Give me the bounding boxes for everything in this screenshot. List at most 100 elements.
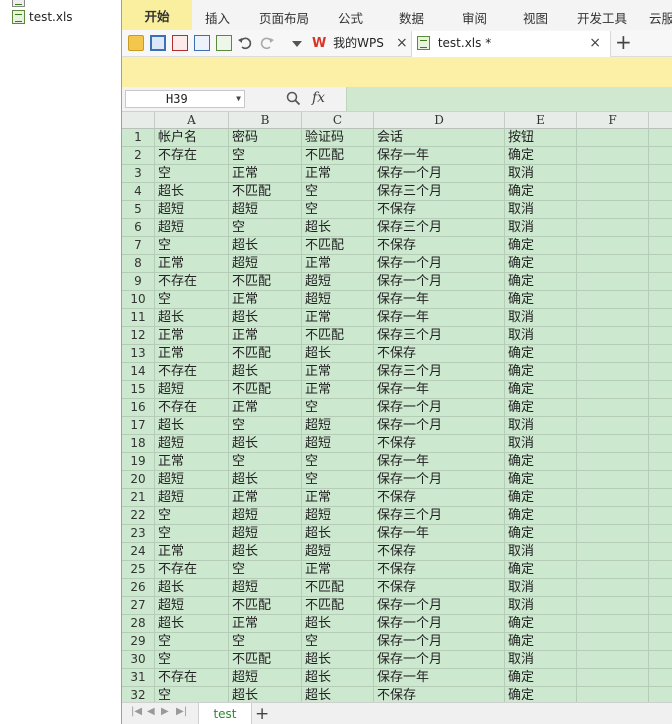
table-cell[interactable]: 确定 (505, 525, 577, 543)
table-cell[interactable] (577, 651, 649, 669)
tab-review[interactable]: 审阅 (462, 8, 487, 27)
table-cell[interactable]: 保存一年 (374, 525, 505, 543)
row-header[interactable]: 26 (122, 579, 155, 597)
column-header-a[interactable]: A (155, 112, 229, 129)
table-cell[interactable]: 不保存 (374, 543, 505, 561)
table-cell[interactable]: 超长 (155, 417, 229, 435)
table-cell[interactable]: 确定 (505, 183, 577, 201)
table-cell[interactable]: 超长 (302, 669, 374, 687)
select-all-corner[interactable] (122, 112, 155, 129)
table-cell[interactable] (577, 669, 649, 687)
table-cell[interactable] (649, 345, 672, 363)
table-cell[interactable]: 不存在 (155, 399, 229, 417)
table-cell[interactable]: 帐户名 (155, 129, 229, 147)
table-cell[interactable]: 取消 (505, 327, 577, 345)
table-cell[interactable] (649, 201, 672, 219)
table-cell[interactable]: 保存一个月 (374, 399, 505, 417)
table-cell[interactable]: 保存一年 (374, 669, 505, 687)
table-cell[interactable] (577, 633, 649, 651)
table-cell[interactable]: 不保存 (374, 579, 505, 597)
table-cell[interactable]: 超长 (155, 579, 229, 597)
table-cell[interactable] (649, 453, 672, 471)
table-cell[interactable]: 保存一年 (374, 453, 505, 471)
table-cell[interactable]: 不保存 (374, 489, 505, 507)
table-cell[interactable]: 取消 (505, 579, 577, 597)
table-cell[interactable]: 不匹配 (302, 237, 374, 255)
table-cell[interactable]: 正常 (155, 345, 229, 363)
table-cell[interactable] (649, 561, 672, 579)
row-header[interactable]: 20 (122, 471, 155, 489)
save-icon[interactable] (150, 35, 166, 51)
table-cell[interactable]: 空 (155, 687, 229, 702)
table-cell[interactable] (577, 309, 649, 327)
tab-home[interactable]: 开始 (122, 0, 192, 30)
insert-function-button[interactable]: fx (312, 90, 325, 106)
table-cell[interactable]: 正常 (229, 399, 302, 417)
table-cell[interactable]: 保存三个月 (374, 327, 505, 345)
table-cell[interactable]: 空 (155, 165, 229, 183)
row-header[interactable]: 31 (122, 669, 155, 687)
table-cell[interactable]: 超长 (155, 183, 229, 201)
table-cell[interactable] (577, 363, 649, 381)
table-cell[interactable]: 超短 (155, 381, 229, 399)
table-cell[interactable]: 正常 (155, 327, 229, 345)
table-cell[interactable]: 取消 (505, 219, 577, 237)
row-header[interactable]: 19 (122, 453, 155, 471)
table-cell[interactable]: 空 (229, 561, 302, 579)
table-cell[interactable]: 超长 (229, 363, 302, 381)
row-header[interactable]: 30 (122, 651, 155, 669)
table-cell[interactable]: 确定 (505, 273, 577, 291)
prev-sheet-icon[interactable]: ◀ (147, 706, 155, 717)
table-cell[interactable] (577, 561, 649, 579)
table-cell[interactable]: 空 (155, 291, 229, 309)
table-cell[interactable]: 超短 (155, 489, 229, 507)
redo-icon[interactable] (259, 35, 275, 51)
table-cell[interactable]: 正常 (302, 489, 374, 507)
table-cell[interactable]: 超短 (302, 435, 374, 453)
table-cell[interactable]: 确定 (505, 507, 577, 525)
row-header[interactable]: 23 (122, 525, 155, 543)
last-sheet-icon[interactable]: ▶| (176, 706, 187, 717)
table-cell[interactable] (649, 273, 672, 291)
table-cell[interactable]: 正常 (302, 165, 374, 183)
table-cell[interactable]: 超长 (302, 687, 374, 702)
table-cell[interactable]: 不匹配 (229, 183, 302, 201)
table-cell[interactable]: 确定 (505, 615, 577, 633)
table-cell[interactable]: 正常 (302, 309, 374, 327)
table-cell[interactable]: 确定 (505, 687, 577, 702)
column-header-d[interactable]: D (374, 112, 505, 129)
table-cell[interactable]: 超长 (229, 237, 302, 255)
export-pdf-icon[interactable] (172, 35, 188, 51)
table-cell[interactable] (649, 147, 672, 165)
table-cell[interactable]: 取消 (505, 597, 577, 615)
table-cell[interactable] (649, 183, 672, 201)
row-header[interactable]: 6 (122, 219, 155, 237)
close-icon[interactable]: × (396, 31, 408, 55)
table-cell[interactable]: 确定 (505, 561, 577, 579)
table-cell[interactable]: 超长 (229, 435, 302, 453)
table-cell[interactable] (577, 489, 649, 507)
table-cell[interactable]: 不匹配 (229, 345, 302, 363)
print-icon[interactable] (194, 35, 210, 51)
table-cell[interactable]: 不匹配 (302, 327, 374, 345)
table-cell[interactable]: 超短 (229, 579, 302, 597)
table-cell[interactable] (577, 687, 649, 702)
table-cell[interactable]: 确定 (505, 399, 577, 417)
table-cell[interactable] (577, 219, 649, 237)
table-cell[interactable] (649, 381, 672, 399)
formula-input[interactable] (346, 87, 672, 111)
table-cell[interactable]: 空 (155, 633, 229, 651)
table-cell[interactable]: 超长 (229, 543, 302, 561)
column-header-e[interactable]: E (505, 112, 577, 129)
table-cell[interactable]: 超短 (155, 597, 229, 615)
table-cell[interactable]: 保存一个月 (374, 597, 505, 615)
table-cell[interactable]: 确定 (505, 363, 577, 381)
table-cell[interactable]: 不存在 (155, 273, 229, 291)
table-cell[interactable]: 保存一个月 (374, 651, 505, 669)
table-cell[interactable] (649, 327, 672, 345)
row-header[interactable]: 2 (122, 147, 155, 165)
table-cell[interactable]: 正常 (302, 255, 374, 273)
table-cell[interactable]: 正常 (229, 489, 302, 507)
table-cell[interactable] (577, 435, 649, 453)
table-cell[interactable]: 按钮 (505, 129, 577, 147)
